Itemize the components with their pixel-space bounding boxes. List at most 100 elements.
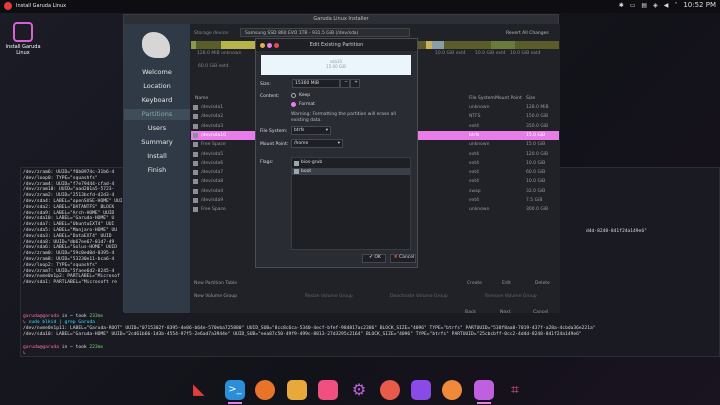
flag-checkbox-bios-grub[interactable] xyxy=(294,161,299,166)
ok-button[interactable]: ✔ OK xyxy=(362,254,386,263)
bluetooth-icon[interactable]: ✱ xyxy=(619,2,624,9)
firefox-icon[interactable] xyxy=(255,380,275,400)
partition-size: 128.0 MiB xyxy=(526,105,549,110)
media-player-icon[interactable] xyxy=(380,380,400,400)
installer-titlebar[interactable]: Garuda Linux Installer xyxy=(124,15,558,24)
partition-fs: ext4 xyxy=(469,198,479,203)
terminal-right-text: d4d-8248-841f24a149e6" xyxy=(586,229,647,234)
flag-checkbox-boot[interactable] xyxy=(294,169,299,174)
size-increment-button[interactable]: + xyxy=(350,79,360,88)
new-partition-table-button[interactable]: New Partition Table xyxy=(194,281,237,286)
mount-point-value: /home xyxy=(294,141,309,146)
partition-color-swatch xyxy=(193,170,198,176)
partition-name: Free Space xyxy=(201,142,226,148)
clipboard-icon[interactable]: ▤ xyxy=(641,2,647,9)
battery-icon[interactable]: ▭ xyxy=(630,2,636,9)
new-volume-group-button[interactable]: New Volume Group xyxy=(194,294,237,299)
chevron-down-icon: ▾ xyxy=(325,128,328,133)
network-icon[interactable]: ◈ xyxy=(653,2,658,9)
top-panel: Install Garuda Linux ✱ ▭ ▤ ◈ ◀ ˄ 10:52 P… xyxy=(0,0,720,13)
disk-usage-icon[interactable] xyxy=(442,380,462,400)
terminal-line: /dev/zram0: UUID="59c0ed0d-0395-4 xyxy=(23,251,115,257)
terminal-line: /dev/loop0: TYPE="squashfs" xyxy=(23,175,98,181)
clock[interactable]: 10:52 PM xyxy=(683,1,716,9)
revert-button[interactable]: Revert All Changes xyxy=(506,31,549,36)
paint-brush-icon[interactable] xyxy=(318,380,338,400)
bar-label-3: 10.0 GiB ext4 xyxy=(435,51,466,56)
prompt-time: 223ms xyxy=(89,345,104,350)
terminal-line: /dev/loop2: TYPE="squashfs" xyxy=(23,262,98,268)
garuda-eagle-logo xyxy=(142,32,170,58)
gear-icon[interactable]: ⚙ xyxy=(349,380,369,400)
partition-size: 7.5 GiB xyxy=(526,198,543,203)
terminal-line: /dev/zram6: UUID="f0b0974c-31b6-4 xyxy=(23,170,115,175)
installer-sidebar: Welcome Location Keyboard Partitions Users Su… xyxy=(124,24,190,313)
create-button[interactable]: Create xyxy=(467,281,482,286)
desktop-icon-install[interactable]: Install Garuda Linux xyxy=(4,22,42,56)
terminal-command: ↳ sudo blkid | grep Garuda xyxy=(23,320,95,325)
terminal-icon[interactable]: >_ xyxy=(225,380,245,404)
format-radio[interactable] xyxy=(291,102,296,107)
dialog-title[interactable]: Edit Existing Partition xyxy=(256,39,417,51)
volume-icon[interactable]: ◀ xyxy=(664,2,669,9)
screenshot-icon[interactable]: ⌗ xyxy=(505,380,525,400)
terminal-cursor: ↳ xyxy=(23,351,26,356)
back-button[interactable]: Back xyxy=(465,310,476,315)
file-system-select[interactable]: btrfs ▾ xyxy=(291,126,331,135)
delete-button[interactable]: Delete xyxy=(535,281,550,286)
partition-fs: NTFS xyxy=(469,114,481,120)
keep-label: Keep xyxy=(299,93,311,98)
partition-size: 10.0 GiB xyxy=(526,160,546,166)
dock: ◣ >_ ⚙ ⌗ xyxy=(185,374,540,404)
terminal-output-1: /dev/nvme0n1p11: LABEL="Garuda-ROOT" UUI… xyxy=(23,326,596,331)
partition-color-swatch xyxy=(193,188,198,194)
sidebar-step-users: Users xyxy=(147,124,167,132)
size-decrement-button[interactable]: − xyxy=(340,79,350,88)
partition-size: 10.0 GiB xyxy=(526,179,546,185)
partition-fs: unknown xyxy=(469,207,490,213)
partition-size: 15.0 GiB xyxy=(526,132,546,138)
bar-label-4: 10.0 GiB ext4 xyxy=(475,51,506,56)
prompt-in: in ~ took xyxy=(58,314,90,319)
file-system-label: File System: xyxy=(260,129,288,134)
partition-size: 120.0 GiB xyxy=(526,151,549,157)
cancel-button[interactable]: Cancel xyxy=(533,310,548,315)
terminal-line: /dev/sda4: LABEL="openSUSE-HOME" UUI xyxy=(23,199,123,204)
partition-size: 15.0 GiB xyxy=(526,142,546,148)
flag-label-boot: boot xyxy=(301,169,312,174)
partition-size: 350.0 GiB xyxy=(526,123,549,129)
folder-icon[interactable] xyxy=(287,380,307,400)
edit-partition-dialog: Edit Existing Partition sda10 15.00 GiB … xyxy=(255,38,418,268)
flags-list: bios-grub boot xyxy=(291,157,411,250)
minimize-button[interactable] xyxy=(260,43,265,48)
terminal-line: /dev/zram7: UUID="5faee6d2-8245-4 xyxy=(23,268,115,274)
chevron-up-icon[interactable]: ˄ xyxy=(674,2,677,9)
deactivate-volume-group-button[interactable]: Deactivate Volume Group xyxy=(390,294,448,299)
next-button[interactable]: Next xyxy=(500,310,510,315)
prompt-in: in ~ took xyxy=(58,345,90,350)
partition-fs: btrfs xyxy=(469,132,480,138)
task-manager-icon[interactable] xyxy=(411,380,431,400)
partition-color-swatch xyxy=(193,142,198,148)
partition-color-swatch xyxy=(193,123,198,129)
dialog-cancel-button[interactable]: ✖ Cancel xyxy=(390,254,416,263)
size-input[interactable]: 15360 MiB xyxy=(292,79,340,88)
storage-select[interactable]: Samsung SSD 860 EVO 1TB - 931.5 GiB (/de… xyxy=(240,28,410,37)
mount-point-select[interactable]: /home ▾ xyxy=(291,139,343,148)
terminal-line: /dev/sda8: UUID="db67ee67-01d7-49 xyxy=(23,239,115,245)
sidebar-step-welcome: Welcome xyxy=(142,68,172,76)
sidebar-step-install: Install xyxy=(147,152,167,160)
partition-color-swatch xyxy=(193,179,198,185)
installer-icon[interactable] xyxy=(474,380,494,404)
garuda-icon[interactable]: ◣ xyxy=(193,380,213,400)
maximize-button[interactable] xyxy=(267,43,272,48)
edit-button[interactable]: Edit xyxy=(502,281,511,286)
partition-fs: ext4 xyxy=(469,170,479,176)
remove-volume-group-button[interactable]: Remove Volume Group xyxy=(485,294,537,299)
garuda-logo-icon[interactable] xyxy=(4,2,12,10)
close-button[interactable] xyxy=(274,43,279,48)
partition-name: /dev/sda5 xyxy=(201,151,224,157)
keep-radio[interactable] xyxy=(291,93,296,98)
prompt-user: garuda@garuda xyxy=(23,314,59,319)
resize-volume-group-button[interactable]: Resize Volume Group xyxy=(305,294,353,299)
